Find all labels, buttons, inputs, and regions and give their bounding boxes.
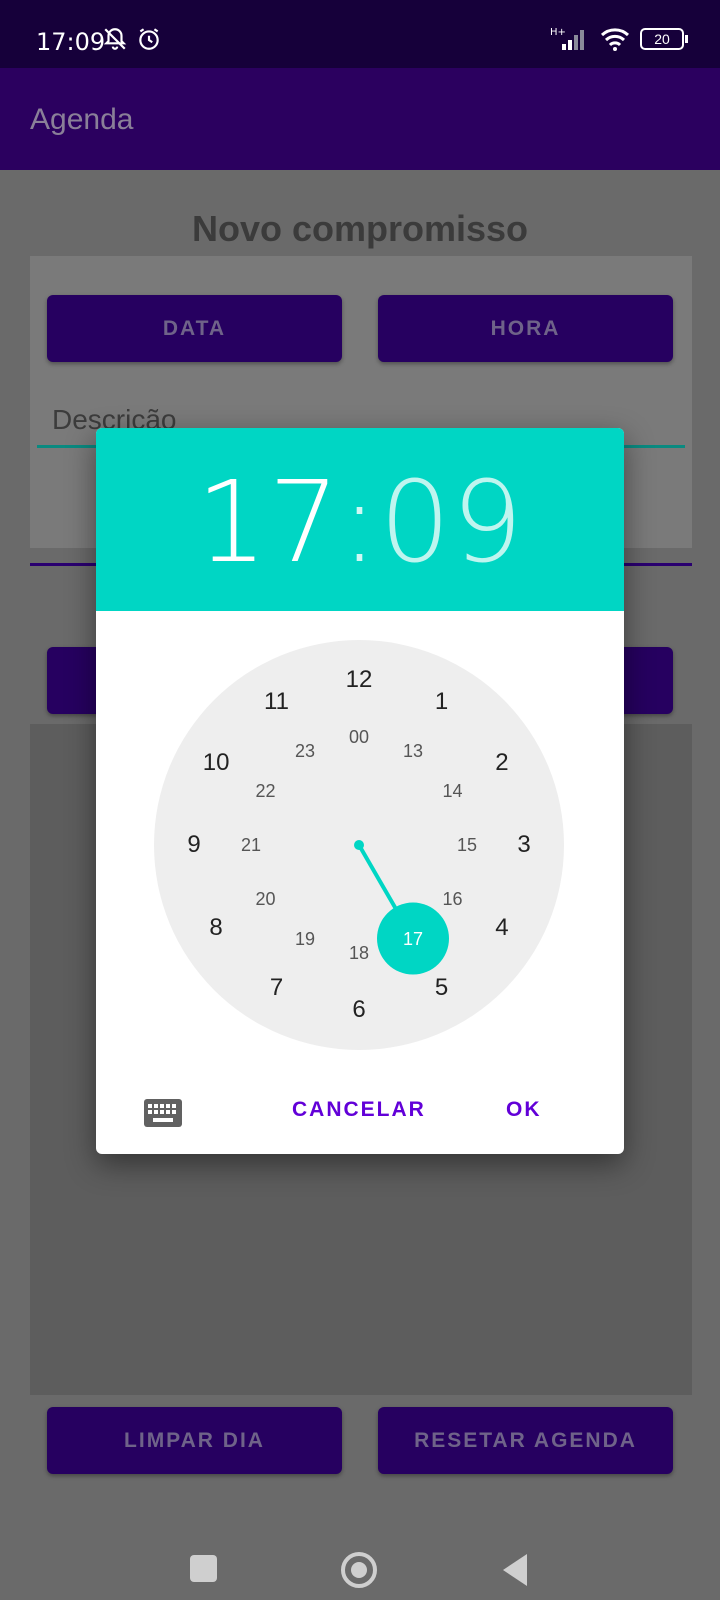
svg-text:H+: H+ xyxy=(550,27,566,38)
signal-icon: H+ xyxy=(550,27,584,50)
data-button[interactable]: DATA xyxy=(47,295,342,362)
time-picker-header: 17:09 xyxy=(96,428,624,611)
minute-display[interactable]: 09 xyxy=(379,458,524,588)
clock-hour-11[interactable]: 11 xyxy=(252,687,302,717)
time-separator: : xyxy=(340,458,380,588)
time-display: 17:09 xyxy=(96,458,624,588)
status-icons-left xyxy=(102,26,162,52)
app-bar: Agenda xyxy=(0,68,720,170)
clock-hour-4[interactable]: 4 xyxy=(477,913,527,943)
status-time: 17:09 xyxy=(36,28,106,56)
clock-hour-18[interactable]: 18 xyxy=(334,938,384,968)
clock-hour-6[interactable]: 6 xyxy=(334,995,384,1025)
nav-home-icon[interactable] xyxy=(341,1552,377,1588)
clock-hour-19[interactable]: 19 xyxy=(280,924,330,954)
hour-display[interactable]: 17 xyxy=(196,458,341,588)
clock-face[interactable]: 12 1 2 3 4 5 6 7 8 9 10 11 00 13 14 15 16 17 18 19 20 21 22 23 xyxy=(154,640,564,1050)
notifications-off-icon xyxy=(103,28,127,50)
clock-hour-9[interactable]: 9 xyxy=(169,830,219,860)
clock-hour-2[interactable]: 2 xyxy=(477,748,527,778)
clock-hour-7[interactable]: 7 xyxy=(252,973,302,1003)
page-heading: Novo compromisso xyxy=(191,208,529,249)
clock-center-dot xyxy=(354,840,364,850)
battery-icon: 20 xyxy=(640,28,688,50)
clock-hour-00[interactable]: 00 xyxy=(334,722,384,752)
clock-hour-22[interactable]: 22 xyxy=(240,776,290,806)
clock-hour-13[interactable]: 13 xyxy=(388,736,438,766)
limpar-dia-button[interactable]: LIMPAR DIA xyxy=(47,1407,342,1474)
clock-hour-12[interactable]: 12 xyxy=(334,665,384,695)
clock-hour-20[interactable]: 20 xyxy=(240,884,290,914)
time-picker-dialog: 17:09 12 1 2 3 4 5 6 7 8 9 10 11 00 13 14 15 16 17 18 19 20 2… xyxy=(96,428,624,1154)
clock-hour-14[interactable]: 14 xyxy=(428,776,478,806)
clock-hour-8[interactable]: 8 xyxy=(191,913,241,943)
status-icons-right: H+ 20 xyxy=(550,26,688,52)
nav-back-icon[interactable] xyxy=(503,1554,527,1586)
cancel-button[interactable]: CANCELAR xyxy=(292,1098,426,1122)
clock-hour-17[interactable]: 17 xyxy=(388,924,438,954)
dialog-footer: CANCELAR OK xyxy=(96,1088,624,1138)
clock-hour-21[interactable]: 21 xyxy=(226,830,276,860)
alarm-icon xyxy=(139,28,159,50)
app-title: Agenda xyxy=(30,103,134,136)
nav-recents-icon[interactable] xyxy=(190,1555,217,1582)
clock-hour-23[interactable]: 23 xyxy=(280,736,330,766)
resetar-agenda-button[interactable]: RESETAR AGENDA xyxy=(378,1407,673,1474)
keyboard-icon[interactable] xyxy=(144,1099,182,1127)
status-bar: 17:09 H+ 20 xyxy=(0,0,720,68)
clock-hour-15[interactable]: 15 xyxy=(442,830,492,860)
clock-hour-3[interactable]: 3 xyxy=(499,830,549,860)
ok-button[interactable]: OK xyxy=(506,1098,542,1122)
clock-hour-16[interactable]: 16 xyxy=(428,884,478,914)
clock-hour-5[interactable]: 5 xyxy=(417,973,467,1003)
clock-hour-10[interactable]: 10 xyxy=(191,748,241,778)
hora-button[interactable]: HORA xyxy=(378,295,673,362)
wifi-icon xyxy=(600,28,630,51)
clock-hour-1[interactable]: 1 xyxy=(417,687,467,717)
navigation-bar xyxy=(0,1510,720,1600)
